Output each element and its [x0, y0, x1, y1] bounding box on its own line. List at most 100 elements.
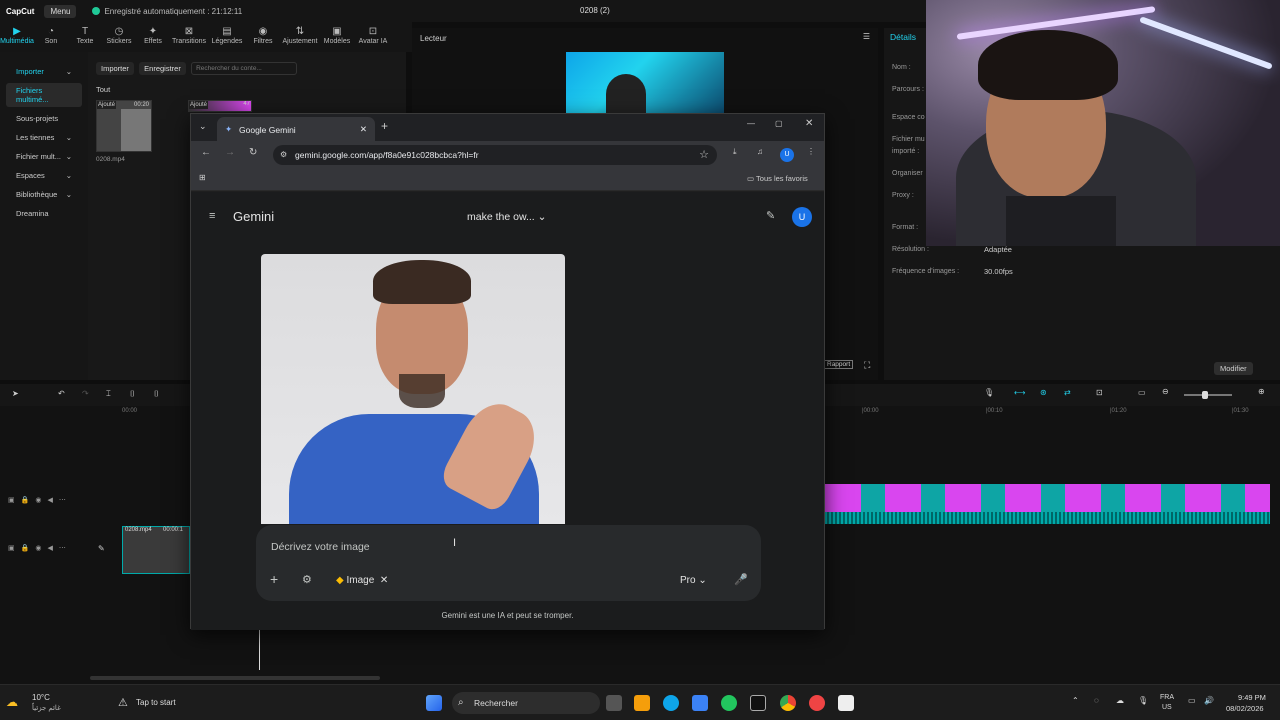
tray-app-icon[interactable]: ◌ — [1094, 696, 1099, 705]
bookmark-star-icon[interactable]: ☆ — [699, 148, 709, 161]
menu-button[interactable]: Menu — [44, 4, 77, 18]
close-tab-icon[interactable]: ✕ — [360, 124, 367, 135]
generated-image[interactable] — [261, 254, 565, 524]
preview-axis-icon[interactable]: ⊡ — [1096, 388, 1103, 397]
track-controls[interactable]: ▣🔒◉◀⋯ — [8, 544, 72, 552]
cloud-icon[interactable]: ☁ — [1116, 696, 1124, 705]
kebab-menu-icon[interactable]: ⋮ — [807, 147, 815, 156]
tap-to-start[interactable]: Tap to start — [136, 698, 176, 707]
nav-importer[interactable]: Importer ⌄ — [6, 64, 82, 79]
new-chat-icon[interactable]: ✎ — [766, 209, 775, 222]
tab-search-icon[interactable]: ⌄ — [199, 121, 207, 132]
timeline-scrollbar[interactable] — [90, 676, 380, 680]
reload-icon[interactable]: ↻ — [249, 147, 257, 158]
capcut-icon[interactable] — [750, 695, 766, 711]
whatsapp-icon[interactable] — [721, 695, 737, 711]
zoom-slider[interactable] — [1184, 391, 1232, 399]
rapport-button[interactable]: Rapport — [824, 360, 854, 369]
tool-modeles[interactable]: ▣ Modèles — [320, 22, 354, 52]
media-thumb[interactable]: Ajouté 47 — [188, 100, 252, 112]
new-tab-icon[interactable]: + — [381, 119, 388, 133]
account-avatar[interactable]: U — [792, 207, 812, 227]
warning-icon[interactable]: ⚠ — [118, 696, 128, 709]
close-window-icon[interactable]: ✕ — [805, 118, 813, 129]
tool-son[interactable]: ◔ Son — [34, 22, 68, 52]
media-control-icon[interactable]: ♫ — [757, 147, 763, 156]
tool-stickers[interactable]: ◷ Stickers — [102, 22, 136, 52]
split-icon[interactable]: ⌶ — [106, 389, 111, 399]
link-icon[interactable]: ⟷ — [1014, 388, 1025, 397]
url-field[interactable]: ⚙ gemini.google.com/app/f8a0e91c028bcbca… — [273, 145, 717, 165]
nav-sous-projets[interactable]: Sous-projets — [6, 111, 82, 126]
add-icon[interactable]: + — [270, 571, 278, 587]
edit-pencil-icon[interactable]: ✎ — [98, 544, 105, 553]
modify-button[interactable]: Modifier — [1214, 362, 1253, 375]
lang-primary[interactable]: FRA — [1160, 694, 1174, 701]
mode-selector[interactable]: Pro ⌄ — [680, 575, 707, 586]
app-icon[interactable] — [838, 695, 854, 711]
weather-temp[interactable]: 10°C — [32, 693, 50, 702]
undo-icon[interactable]: ↶ — [58, 389, 65, 398]
image-chip[interactable]: ◆ Image ✕ — [336, 575, 388, 586]
nav-bibliotheque[interactable]: Bibliothèque ⌄ — [6, 187, 82, 202]
volume-icon[interactable]: 🔊 — [1204, 696, 1214, 705]
import-button[interactable]: Importer — [96, 62, 134, 75]
site-info-icon[interactable]: ⚙ — [280, 150, 287, 159]
app-icon[interactable] — [809, 695, 825, 711]
maximize-icon[interactable]: ▢ — [775, 119, 783, 128]
nav-fichier-mult[interactable]: Fichier mult... ⌄ — [6, 149, 82, 164]
tool-avatar[interactable]: ⊡ Avatar IA — [354, 22, 392, 52]
back-icon[interactable]: ← — [201, 147, 211, 158]
tool-effets[interactable]: ✦ Effets — [136, 22, 170, 52]
minimize-icon[interactable]: — — [747, 119, 755, 128]
video-preview[interactable] — [566, 52, 724, 114]
microphone-icon[interactable]: 🎤 — [734, 573, 748, 586]
hamburger-menu-icon[interactable]: ≡ — [209, 210, 215, 222]
conversation-title[interactable]: make the ow... ⌄ — [467, 211, 546, 223]
zoom-in-icon[interactable]: ⊕ — [1258, 387, 1265, 396]
menu-icon[interactable]: ☰ — [863, 32, 870, 41]
playhead[interactable] — [259, 624, 260, 670]
tool-ajustement[interactable]: ⇅ Ajustement — [280, 22, 320, 52]
media-thumb[interactable]: Ajouté 00:20 — [96, 100, 152, 152]
tab-all[interactable]: Tout — [96, 85, 110, 94]
caption-icon[interactable]: ▭ — [1138, 388, 1146, 397]
record-button[interactable]: Enregistrer — [139, 62, 186, 75]
windows-start-icon[interactable] — [426, 695, 442, 711]
magnet-icon[interactable]: ⊛ — [1040, 388, 1047, 397]
tray-chevron-icon[interactable]: ⌃ — [1072, 696, 1079, 705]
all-bookmarks[interactable]: ▭ Tous les favoris — [747, 174, 808, 183]
prompt-input[interactable]: Décrivez votre image — [271, 541, 370, 553]
tool-multimedia[interactable]: ▶ Multimédia — [0, 22, 34, 52]
snap-icon[interactable]: ⇄ — [1064, 388, 1071, 397]
zoom-out-icon[interactable]: ⊖ — [1162, 387, 1169, 396]
clock-time[interactable]: 9:49 PM — [1238, 693, 1266, 702]
task-view-icon[interactable] — [606, 695, 622, 711]
forward-icon[interactable]: → — [225, 147, 235, 158]
file-explorer-icon[interactable] — [634, 695, 650, 711]
close-chip-icon[interactable]: ✕ — [374, 575, 388, 586]
taskbar-search[interactable]: ⌕ Rechercher — [452, 692, 600, 714]
media-search-input[interactable]: Rechercher du conte... — [191, 62, 298, 76]
track-controls[interactable]: ▣🔒◉◀⋯ — [8, 496, 72, 504]
network-icon[interactable]: ▭ — [1188, 696, 1196, 705]
main-track-clip[interactable]: 0208.mp4 00:00:1 — [122, 526, 190, 574]
profile-icon[interactable]: U — [780, 148, 794, 162]
edge-icon[interactable] — [663, 695, 679, 711]
trim-left-icon[interactable]: ⌷ — [130, 389, 135, 399]
nav-dreamina[interactable]: Dreamina — [6, 206, 82, 221]
apps-grid-icon[interactable]: ⊞ — [199, 173, 206, 182]
weather-icon[interactable]: ☁ — [6, 695, 18, 709]
chrome-icon[interactable] — [780, 695, 796, 711]
fullscreen-icon[interactable]: ⛶ — [864, 360, 870, 371]
store-icon[interactable] — [692, 695, 708, 711]
trim-right-icon[interactable]: ⌷ — [154, 389, 159, 399]
tool-texte[interactable]: T Texte — [68, 22, 102, 52]
nav-les-tiennes[interactable]: Les tiennes ⌄ — [6, 130, 82, 145]
download-icon[interactable]: ⤓ — [733, 147, 737, 157]
tools-icon[interactable]: ⚙ — [302, 573, 312, 586]
tray-mic-icon[interactable]: 🎙 — [1138, 696, 1148, 705]
tool-filtres[interactable]: ◉ Filtres — [246, 22, 280, 52]
nav-fichiers-multimedia[interactable]: Fichiers multimé... — [6, 83, 82, 107]
select-tool-icon[interactable]: ➤ — [12, 389, 19, 398]
